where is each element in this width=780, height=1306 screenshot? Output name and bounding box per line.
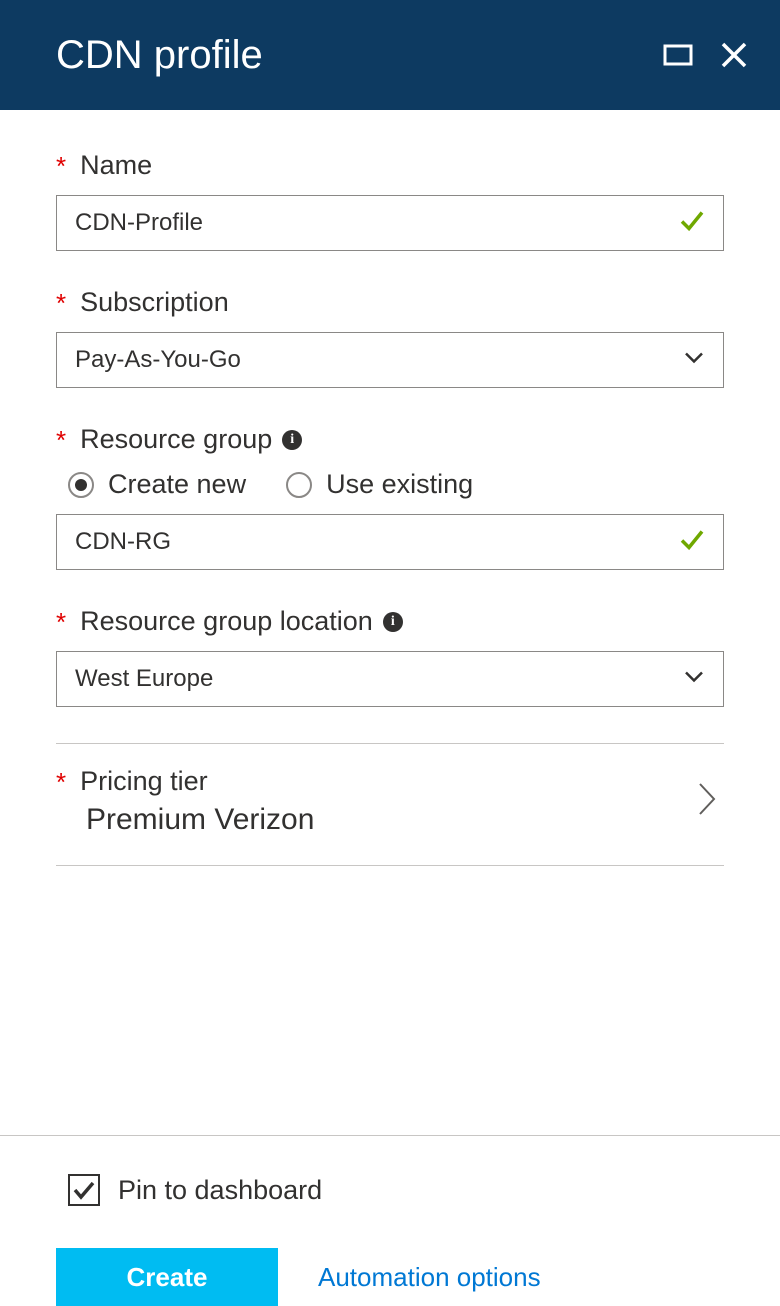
header-actions <box>662 39 750 71</box>
radio-existing-label: Use existing <box>326 469 473 500</box>
action-row: Create Automation options <box>56 1248 724 1306</box>
location-value: West Europe <box>75 665 213 693</box>
location-label: Resource group location <box>80 606 373 637</box>
resource-group-label: Resource group <box>80 424 272 455</box>
radio-icon <box>286 472 312 498</box>
name-field: * Name <box>56 150 724 251</box>
blade-title: CDN profile <box>56 33 662 78</box>
location-select-wrap: West Europe <box>56 651 724 707</box>
name-input[interactable] <box>56 195 724 251</box>
pin-checkbox-row: Pin to dashboard <box>68 1174 724 1206</box>
pricing-tier-left: * Pricing tier Premium Verizon <box>56 766 694 837</box>
required-asterisk: * <box>56 290 66 316</box>
pricing-label: Pricing tier <box>80 766 208 797</box>
resource-group-mode-radios: Create new Use existing <box>68 469 724 500</box>
radio-icon <box>68 472 94 498</box>
form-body: * Name * Subscription Pay-As-You-Go <box>0 110 780 1135</box>
required-asterisk: * <box>56 153 66 179</box>
radio-create-label: Create new <box>108 469 246 500</box>
required-asterisk: * <box>56 769 66 795</box>
chevron-right-icon <box>694 778 720 825</box>
required-asterisk: * <box>56 427 66 453</box>
subscription-label-row: * Subscription <box>56 287 724 318</box>
subscription-select[interactable]: Pay-As-You-Go <box>56 332 724 388</box>
info-icon[interactable]: i <box>383 612 403 632</box>
pricing-tier-row[interactable]: * Pricing tier Premium Verizon <box>56 743 724 866</box>
blade-header: CDN profile <box>0 0 780 110</box>
name-label: Name <box>80 150 152 181</box>
pricing-value: Premium Verizon <box>86 803 694 837</box>
resource-group-label-row: * Resource group i <box>56 424 724 455</box>
pin-checkbox[interactable] <box>68 1174 100 1206</box>
required-asterisk: * <box>56 609 66 635</box>
blade-footer: Pin to dashboard Create Automation optio… <box>0 1135 780 1306</box>
resource-group-input-wrap <box>56 514 724 570</box>
pin-label: Pin to dashboard <box>118 1175 322 1206</box>
resource-group-field: * Resource group i Create new Use existi… <box>56 424 724 570</box>
name-input-wrap <box>56 195 724 251</box>
subscription-select-wrap: Pay-As-You-Go <box>56 332 724 388</box>
create-button[interactable]: Create <box>56 1248 278 1306</box>
pricing-label-row: * Pricing tier <box>56 766 694 797</box>
location-field: * Resource group location i West Europe <box>56 606 724 707</box>
maximize-icon[interactable] <box>662 39 694 71</box>
automation-options-link[interactable]: Automation options <box>318 1262 541 1293</box>
info-icon[interactable]: i <box>282 430 302 450</box>
subscription-value: Pay-As-You-Go <box>75 346 241 374</box>
radio-use-existing[interactable]: Use existing <box>286 469 473 500</box>
location-select[interactable]: West Europe <box>56 651 724 707</box>
close-icon[interactable] <box>718 39 750 71</box>
name-label-row: * Name <box>56 150 724 181</box>
subscription-field: * Subscription Pay-As-You-Go <box>56 287 724 388</box>
location-label-row: * Resource group location i <box>56 606 724 637</box>
cdn-profile-blade: CDN profile * Name <box>0 0 780 1306</box>
radio-create-new[interactable]: Create new <box>68 469 246 500</box>
subscription-label: Subscription <box>80 287 229 318</box>
resource-group-input[interactable] <box>56 514 724 570</box>
